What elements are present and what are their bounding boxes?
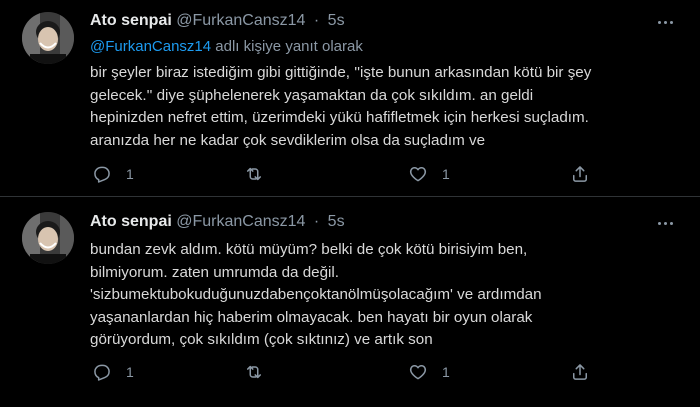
retweet-button[interactable] <box>244 362 278 382</box>
share-button[interactable] <box>570 362 590 382</box>
share-button[interactable] <box>570 164 590 184</box>
separator: · <box>313 12 320 29</box>
heart-icon <box>409 167 427 182</box>
display-name[interactable]: Ato senpai <box>90 213 172 230</box>
like-button[interactable]: 1 <box>408 362 450 382</box>
reply-icon <box>94 364 110 381</box>
replying-suffix: adlı kişiye yanıt olarak <box>211 38 363 55</box>
tweet-actions: 1 1 <box>92 362 682 382</box>
reply-button[interactable]: 1 <box>92 362 134 382</box>
tweet-header: Ato senpai @FurkanCansz14 · 5s <box>90 213 345 231</box>
avatar[interactable] <box>22 12 74 64</box>
share-icon <box>573 166 587 182</box>
reply-count: 1 <box>126 364 134 380</box>
tweet[interactable]: Ato senpai @FurkanCansz14 · 5s @FurkanCa… <box>0 0 700 197</box>
retweet-icon <box>247 167 261 181</box>
tweet-actions: 1 1 <box>92 164 682 184</box>
separator: · <box>313 213 320 230</box>
reply-count: 1 <box>126 166 134 182</box>
reply-button[interactable]: 1 <box>92 164 134 184</box>
mention-link[interactable]: @FurkanCansz14 <box>90 38 211 55</box>
tweet-text: bir şeyler biraz istediğim gibi gittiğin… <box>90 64 592 149</box>
like-button[interactable]: 1 <box>408 164 450 184</box>
user-handle[interactable]: @FurkanCansz14 <box>176 12 305 29</box>
display-name[interactable]: Ato senpai <box>90 12 172 29</box>
share-icon <box>573 364 587 380</box>
retweet-button[interactable] <box>244 164 278 184</box>
timestamp[interactable]: 5s <box>328 12 345 29</box>
more-icon[interactable] <box>658 217 680 229</box>
reply-icon <box>94 166 110 183</box>
more-icon[interactable] <box>658 16 680 28</box>
timestamp[interactable]: 5s <box>328 213 345 230</box>
user-handle[interactable]: @FurkanCansz14 <box>176 213 305 230</box>
avatar[interactable] <box>22 212 74 264</box>
tweet-text: bundan zevk aldım. kötü müyüm? belki de … <box>90 241 542 348</box>
like-count: 1 <box>442 364 450 380</box>
heart-icon <box>409 365 427 380</box>
replying-to: @FurkanCansz14 adlı kişiye yanıt olarak <box>90 38 363 55</box>
tweet[interactable]: Ato senpai @FurkanCansz14 · 5s bundan ze… <box>0 198 700 407</box>
tweet-header: Ato senpai @FurkanCansz14 · 5s <box>90 12 345 30</box>
like-count: 1 <box>442 166 450 182</box>
retweet-icon <box>247 365 261 379</box>
